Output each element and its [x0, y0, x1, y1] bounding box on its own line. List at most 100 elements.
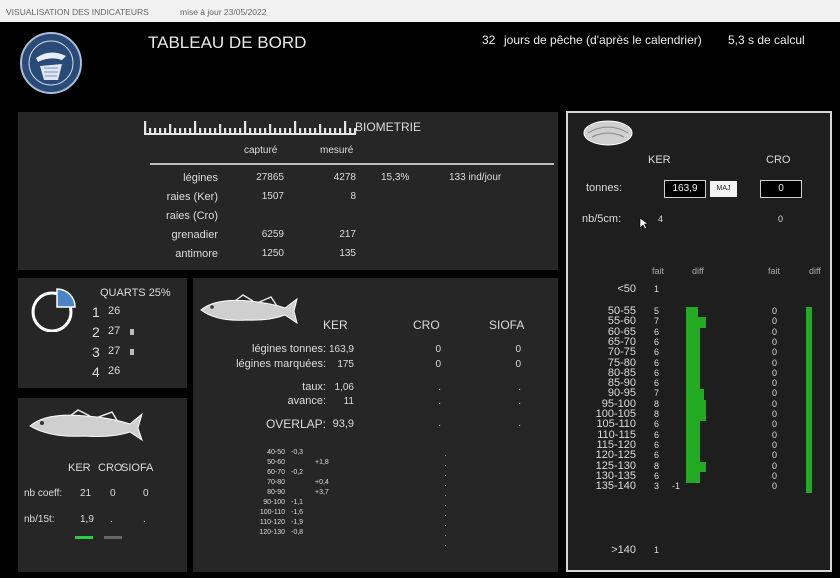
under-50-label: <50 [617, 283, 636, 295]
bin-dot [445, 475, 446, 476]
cro-diff-bar [806, 451, 812, 463]
bin-pos: +0,4 [315, 479, 329, 486]
captured-value: 1507 [261, 191, 284, 202]
fishing-days-label: jours de pêche (d'après le calendrier) [504, 33, 702, 47]
bin-dot [445, 535, 446, 536]
bin-range: 80-90 [267, 489, 285, 496]
bin-dot [445, 485, 446, 486]
bin-neg: -1,9 [291, 519, 304, 526]
ker-diff-bar [686, 348, 700, 360]
biometrie-row-label: antimore [175, 248, 218, 260]
quart-flag [130, 329, 134, 335]
cro-diff-bar [806, 461, 812, 473]
quart-value: 27 [108, 345, 121, 357]
cro-diff-bar [806, 358, 812, 370]
cro-nb5: 0 [778, 214, 784, 224]
bin-neg: -1,1 [291, 499, 304, 506]
overlap-value: 163,9 [328, 344, 354, 355]
bin-dot [445, 545, 446, 546]
overlap-value: . [438, 418, 441, 429]
quart-number: 4 [92, 364, 100, 380]
coeff-value: 0 [143, 488, 149, 499]
ker-diff-bar [686, 379, 700, 390]
cro-diff-bar [806, 410, 812, 421]
captured-value: 1250 [261, 248, 284, 259]
coeff-value: . [143, 514, 146, 525]
overlap-header: CRO [413, 318, 440, 332]
maj-panel: KER CRO tonnes: 163,9 MAJ 0 nb/5cm: 4 0 … [566, 111, 832, 572]
bin-dot [445, 495, 446, 496]
quart-number: 3 [92, 344, 100, 360]
cro-col-diff: diff [809, 266, 821, 276]
bin-range: 60-70 [267, 469, 285, 476]
bin-pos: +1,8 [315, 459, 329, 466]
ker-diff-bar [686, 471, 700, 483]
quart-value: 26 [108, 305, 121, 317]
coeff-value: 21 [80, 488, 92, 499]
biometrie-title: BIOMETRIE [355, 120, 422, 134]
quart-number: 1 [92, 304, 100, 320]
maj-cro-label: CRO [766, 154, 791, 166]
overlap-value: 0 [515, 344, 521, 355]
bin-dot [445, 505, 446, 506]
coeff-value: 0 [110, 488, 116, 499]
ker-diff-bar [686, 307, 698, 318]
cro-diff-bar [806, 482, 812, 493]
calc-time: 5,3 s de calcul [728, 33, 805, 47]
bin-range: 100-110 [259, 509, 285, 516]
biometrie-row-label: légines [183, 172, 218, 184]
page-title: TABLEAU DE BORD [148, 33, 307, 52]
bin-range: 120-130 [259, 529, 285, 536]
cursor-icon [639, 217, 649, 229]
bin-pos: +3,7 [315, 489, 329, 496]
overlap-value: 0 [435, 359, 441, 370]
quarts-title: QUARTS 25% [100, 287, 171, 299]
nb5-label: nb/5cm: [582, 213, 622, 225]
overlap-value: . [518, 418, 521, 429]
legend-green-swatch [75, 536, 93, 539]
ker-diff-bar [686, 420, 700, 432]
cro-diff-bar [806, 389, 812, 401]
bin-neg: -0,3 [291, 449, 304, 456]
update-date: mise à jour 23/05/2022 [180, 7, 267, 17]
overlap-panel: KER CRO SIOFA légines tonnes: 163,9 0 0 légine… [193, 278, 558, 572]
class-label: 135-140 [595, 480, 636, 493]
coeff-value: 1,9 [80, 514, 94, 525]
measured-value: 135 [339, 248, 356, 259]
col-measured: mesuré [320, 145, 354, 156]
ker-col-fait: fait [652, 266, 665, 276]
measured-value: 217 [339, 229, 356, 240]
quart-flag [130, 349, 134, 355]
ker-tonnes-input[interactable]: 163,9 [664, 180, 706, 198]
cro-diff-bar [806, 440, 812, 452]
bin-range: 70-80 [267, 479, 285, 486]
overlap-value: . [438, 396, 441, 407]
bin-dot [445, 455, 446, 456]
cro-diff-bar [806, 379, 812, 390]
cro-diff-bar [806, 368, 812, 380]
rockfish-icon [583, 120, 633, 146]
cro-diff-bar [806, 399, 812, 411]
cro-diff-bar [806, 307, 812, 318]
ker-diff-bar [686, 430, 700, 442]
coeff-value: . [110, 514, 113, 525]
cro-diff-bar [806, 348, 812, 360]
bin-dot [445, 525, 446, 526]
ker-diff-bar [686, 440, 700, 452]
ker-diff-bar [686, 327, 700, 339]
ker-diff-bar [686, 410, 706, 421]
overlap-value: 11 [343, 396, 354, 407]
bin-dot [445, 465, 446, 466]
bin-range: 50-60 [267, 459, 285, 466]
legend-gray-swatch [104, 536, 122, 539]
ker-diff-bar [686, 461, 706, 473]
cro-tonnes-input[interactable]: 0 [760, 180, 802, 198]
maj-button[interactable]: MAJ [710, 181, 737, 197]
coeff-row-label: nb coeff: [24, 488, 63, 499]
biometrie-row-label: raies (Ker) [166, 191, 218, 203]
bin-range: 110-120 [259, 519, 285, 526]
cro-diff-bar [806, 337, 812, 349]
bin-range: 90-100 [263, 499, 285, 506]
ker-diff-bar [686, 389, 704, 401]
overlap-header: KER [323, 318, 348, 332]
